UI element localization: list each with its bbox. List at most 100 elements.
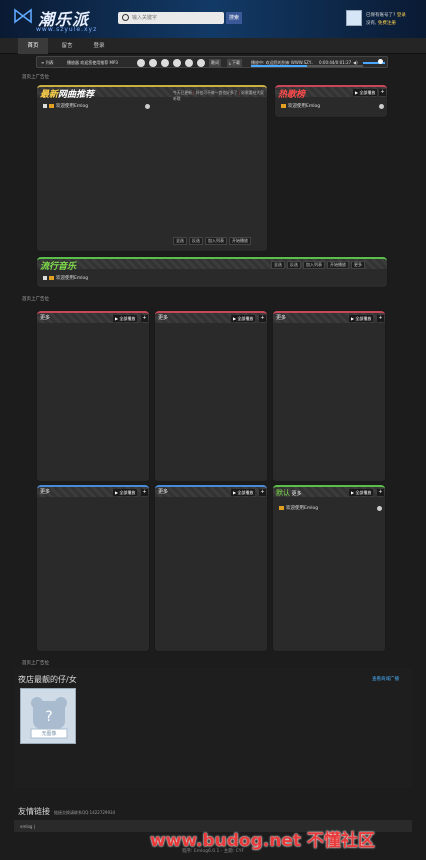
nav-guestbook[interactable]: 留言	[52, 38, 82, 54]
music-player: ≡ 列表 播放器 欢迎您使用推荐 MP3 歌词 ⤓ 下载 播放中: 欢迎您的到来…	[36, 56, 388, 68]
add-icon[interactable]	[377, 506, 382, 511]
progress-bar[interactable]	[251, 65, 363, 67]
category-panel-4: 更多 ▶ 全部播放 +	[36, 484, 150, 652]
search-input[interactable]	[132, 13, 220, 23]
register-prompt: 没有, 免费注册	[366, 21, 396, 26]
plus-icon[interactable]: +	[259, 489, 266, 496]
play-all-button[interactable]: ▶ 全部播放	[353, 89, 378, 96]
add-icon[interactable]	[145, 104, 150, 109]
plus-icon[interactable]: +	[377, 315, 384, 322]
search-icon	[122, 14, 129, 21]
nav-login[interactable]: 登录	[84, 38, 114, 54]
friends-sub: 链接交换请联系QQ:1422729934	[54, 810, 116, 815]
hot-panel: 热歌榜 ▶ 全部播放 + 欢迎使用Emlog	[274, 84, 388, 118]
popular-head: 流行音乐 全选 反选 加入列表 开始播放 更多	[37, 257, 387, 272]
checkbox[interactable]	[43, 275, 47, 280]
recommend-panel: 最新网曲推荐 今天已更新 | 好也可不做一首也好多了 | 好歌要给大家听哦 欢迎…	[36, 84, 268, 252]
popular-panel: 流行音乐 全选 反选 加入列表 开始播放 更多 欢迎使用Emlog	[36, 256, 388, 288]
add-list-button[interactable]: 加入列表	[303, 261, 325, 269]
avatar[interactable]	[346, 10, 362, 26]
register-link[interactable]: 免费注册	[378, 21, 396, 26]
play-all-button[interactable]: ▶ 全部播放	[231, 489, 256, 496]
list-item[interactable]: 欢迎使用Emlog	[279, 505, 318, 511]
svg-text:?: ?	[45, 709, 52, 725]
category-panel-3: 更多 ▶ 全部播放 +	[272, 310, 386, 482]
category-panel-6: 默认 更多 ▶ 全部播放 + 欢迎使用Emlog	[272, 484, 386, 652]
more-link[interactable]: 更多	[276, 314, 286, 321]
search-button[interactable]: 搜索	[226, 12, 242, 24]
header: 潮乐派 www.szyule.xyz 搜索 已保有账号了? 登录 没有, 免费注…	[0, 0, 426, 38]
category-head: 默认 更多 ▶ 全部播放 +	[273, 485, 385, 497]
category-head: 更多 ▶ 全部播放 +	[155, 485, 267, 497]
playlist-button[interactable]: ≡ 列表	[41, 59, 54, 67]
play-icon[interactable]	[149, 59, 157, 67]
footer: 程序: Emlog6.0.1 · 主题: CYF	[181, 849, 245, 854]
login-prompt: 已保有账号了? 登录	[366, 13, 406, 18]
popular-actions: 全选 反选 加入列表 开始播放 更多	[269, 261, 365, 269]
navbar: 首页 留言 登录	[0, 38, 426, 54]
folder-icon	[281, 103, 286, 108]
category-head: 更多 ▶ 全部播放 +	[37, 311, 149, 323]
default-title: 默认 更多	[276, 489, 302, 497]
recommend-title: 最新网曲推荐	[40, 90, 95, 100]
invert-button[interactable]: 反选	[287, 261, 301, 269]
bottom-link[interactable]: 查看商城广播	[372, 676, 399, 682]
category-panel-1: 更多 ▶ 全部播放 +	[36, 310, 150, 482]
plus-icon[interactable]: +	[379, 89, 386, 96]
next-icon[interactable]	[161, 59, 169, 67]
add-list-button[interactable]: 加入列表	[205, 237, 227, 245]
plus-icon[interactable]: +	[141, 489, 148, 496]
list-item[interactable]: 欢迎使用Emlog	[281, 103, 320, 109]
loop-icon[interactable]	[197, 59, 205, 67]
bottom-title: 夜店最靓的仔/女	[18, 675, 77, 684]
category-head: 更多 ▶ 全部播放 +	[37, 485, 149, 497]
plus-icon[interactable]: +	[141, 315, 148, 322]
volume-knob[interactable]	[377, 59, 383, 64]
category-head: 更多 ▶ 全部播放 +	[155, 311, 267, 323]
recommend-head: 最新网曲推荐 今天已更新 | 好也可不做一首也好多了 | 好歌要给大家听哦	[37, 85, 267, 101]
stop-icon[interactable]	[173, 59, 181, 67]
folder-icon	[279, 505, 284, 510]
ad-label-1: 首页上广告位	[22, 75, 49, 80]
player-song-label: 播放器 欢迎您使用推荐 MP3	[67, 60, 118, 65]
download-button[interactable]: ⤓ 下载	[227, 59, 243, 67]
more-link[interactable]: 更多	[40, 488, 50, 495]
play-all-button[interactable]: ▶ 全部播放	[113, 315, 138, 322]
plus-icon[interactable]: +	[377, 489, 384, 496]
play-all-button[interactable]: ▶ 全部播放	[349, 489, 374, 496]
add-icon[interactable]	[379, 104, 384, 109]
folder-icon	[49, 275, 54, 280]
play-all-button[interactable]: ▶ 全部播放	[231, 315, 256, 322]
login-link[interactable]: 登录	[397, 13, 406, 18]
more-button[interactable]: 更多	[351, 261, 365, 269]
checkbox[interactable]	[43, 103, 47, 108]
plus-icon[interactable]: +	[259, 315, 266, 322]
list-item[interactable]: 欢迎使用Emlog	[43, 275, 88, 281]
prev-icon[interactable]	[137, 59, 145, 67]
select-all-button[interactable]: 全选	[271, 261, 285, 269]
select-all-button[interactable]: 全选	[173, 237, 187, 245]
play-all-button[interactable]: ▶ 全部播放	[113, 489, 138, 496]
list-item[interactable]: 欢迎使用Emlog	[43, 103, 88, 109]
play-all-button[interactable]: ▶ 全部播放	[349, 315, 374, 322]
friends-title: 友情链接	[18, 807, 50, 816]
recommend-actions: 全选 反选 加入列表 开始播放	[171, 237, 251, 245]
more-link[interactable]: 更多	[40, 314, 50, 321]
more-link[interactable]: 更多	[158, 488, 168, 495]
recommend-meta: 今天已更新 | 好也可不做一首也好多了 | 好歌要给大家听哦	[173, 90, 264, 101]
start-play-button[interactable]: 开始播放	[327, 261, 349, 269]
invert-button[interactable]: 反选	[189, 237, 203, 245]
nav-home[interactable]: 首页	[18, 38, 48, 54]
more-link[interactable]: 更多	[158, 314, 168, 321]
thumb-caption: 无图像	[41, 731, 57, 737]
category-panel-2: 更多 ▶ 全部播放 +	[154, 310, 268, 482]
volume-icon[interactable]: ◀)	[353, 59, 358, 67]
start-play-button[interactable]: 开始播放	[229, 237, 251, 245]
category-head: 更多 ▶ 全部播放 +	[273, 311, 385, 323]
hot-title: 热歌榜	[278, 90, 306, 100]
thumbnail[interactable]: ? 无图像	[20, 688, 76, 744]
mode-icon[interactable]	[185, 59, 193, 67]
ad-label-2: 首页上广告位	[22, 297, 49, 302]
ad-label-3: 首页上广告位	[22, 661, 49, 666]
lyric-button[interactable]: 歌词	[209, 59, 221, 67]
